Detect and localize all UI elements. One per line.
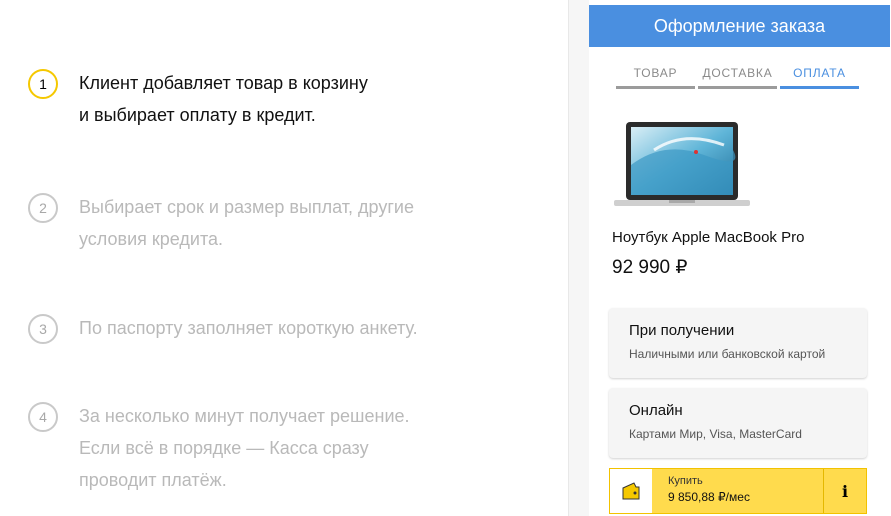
payment-option-subtitle: Картами Мир, Visa, MasterCard (629, 427, 802, 441)
step-text: Выбирает срок и размер выплат, другие ус… (79, 197, 414, 249)
product-price: 92 990 ₽ (612, 257, 688, 278)
step-text: За несколько минут получает решение. Есл… (79, 406, 410, 490)
step-2: 2 Выбирает срок и размер выплат, другие … (28, 193, 414, 255)
checkout-header: Оформление заказа (589, 5, 890, 47)
step-text: По паспорту заполняет короткую анкету. (79, 318, 418, 338)
tab-delivery[interactable]: ДОСТАВКА (698, 66, 777, 89)
step-number: 4 (28, 402, 58, 432)
payment-option-on-delivery[interactable]: При получении Наличными или банковской к… (609, 308, 867, 378)
checkout-screen: Оформление заказа ТОВАР ДОСТАВКА ОПЛАТА … (589, 0, 891, 516)
step-number: 3 (28, 314, 58, 344)
step-text: Клиент добавляет товар в корзину и выбир… (79, 73, 368, 125)
payment-option-online[interactable]: Онлайн Картами Мир, Visa, MasterCard (609, 388, 867, 458)
laptop-image (614, 122, 750, 206)
step-number: 1 (28, 69, 58, 99)
wallet-icon (610, 469, 652, 513)
credit-label: Купить (668, 475, 703, 487)
payment-option-title: Онлайн (629, 402, 683, 419)
credit-buy-button[interactable]: Купить 9 850,88 ₽/мес i (609, 468, 867, 514)
payment-option-title: При получении (629, 322, 735, 339)
step-1: 1 Клиент добавляет товар в корзину и выб… (28, 69, 368, 131)
payment-option-subtitle: Наличными или банковской картой (629, 347, 826, 361)
tab-payment[interactable]: ОПЛАТА (780, 66, 859, 89)
step-3: 3 По паспорту заполняет короткую анкету. (28, 314, 418, 344)
credit-text: Купить 9 850,88 ₽/мес (652, 469, 823, 513)
product-name: Ноутбук Apple MacBook Pro (612, 229, 805, 246)
credit-amount: 9 850,88 ₽/мес (668, 490, 750, 504)
info-icon[interactable]: i (823, 469, 866, 513)
step-number: 2 (28, 193, 58, 223)
tab-product[interactable]: ТОВАР (616, 66, 695, 89)
checkout-tabs: ТОВАР ДОСТАВКА ОПЛАТА (616, 66, 862, 89)
step-4: 4 За несколько минут получает решение. Е… (28, 402, 410, 496)
